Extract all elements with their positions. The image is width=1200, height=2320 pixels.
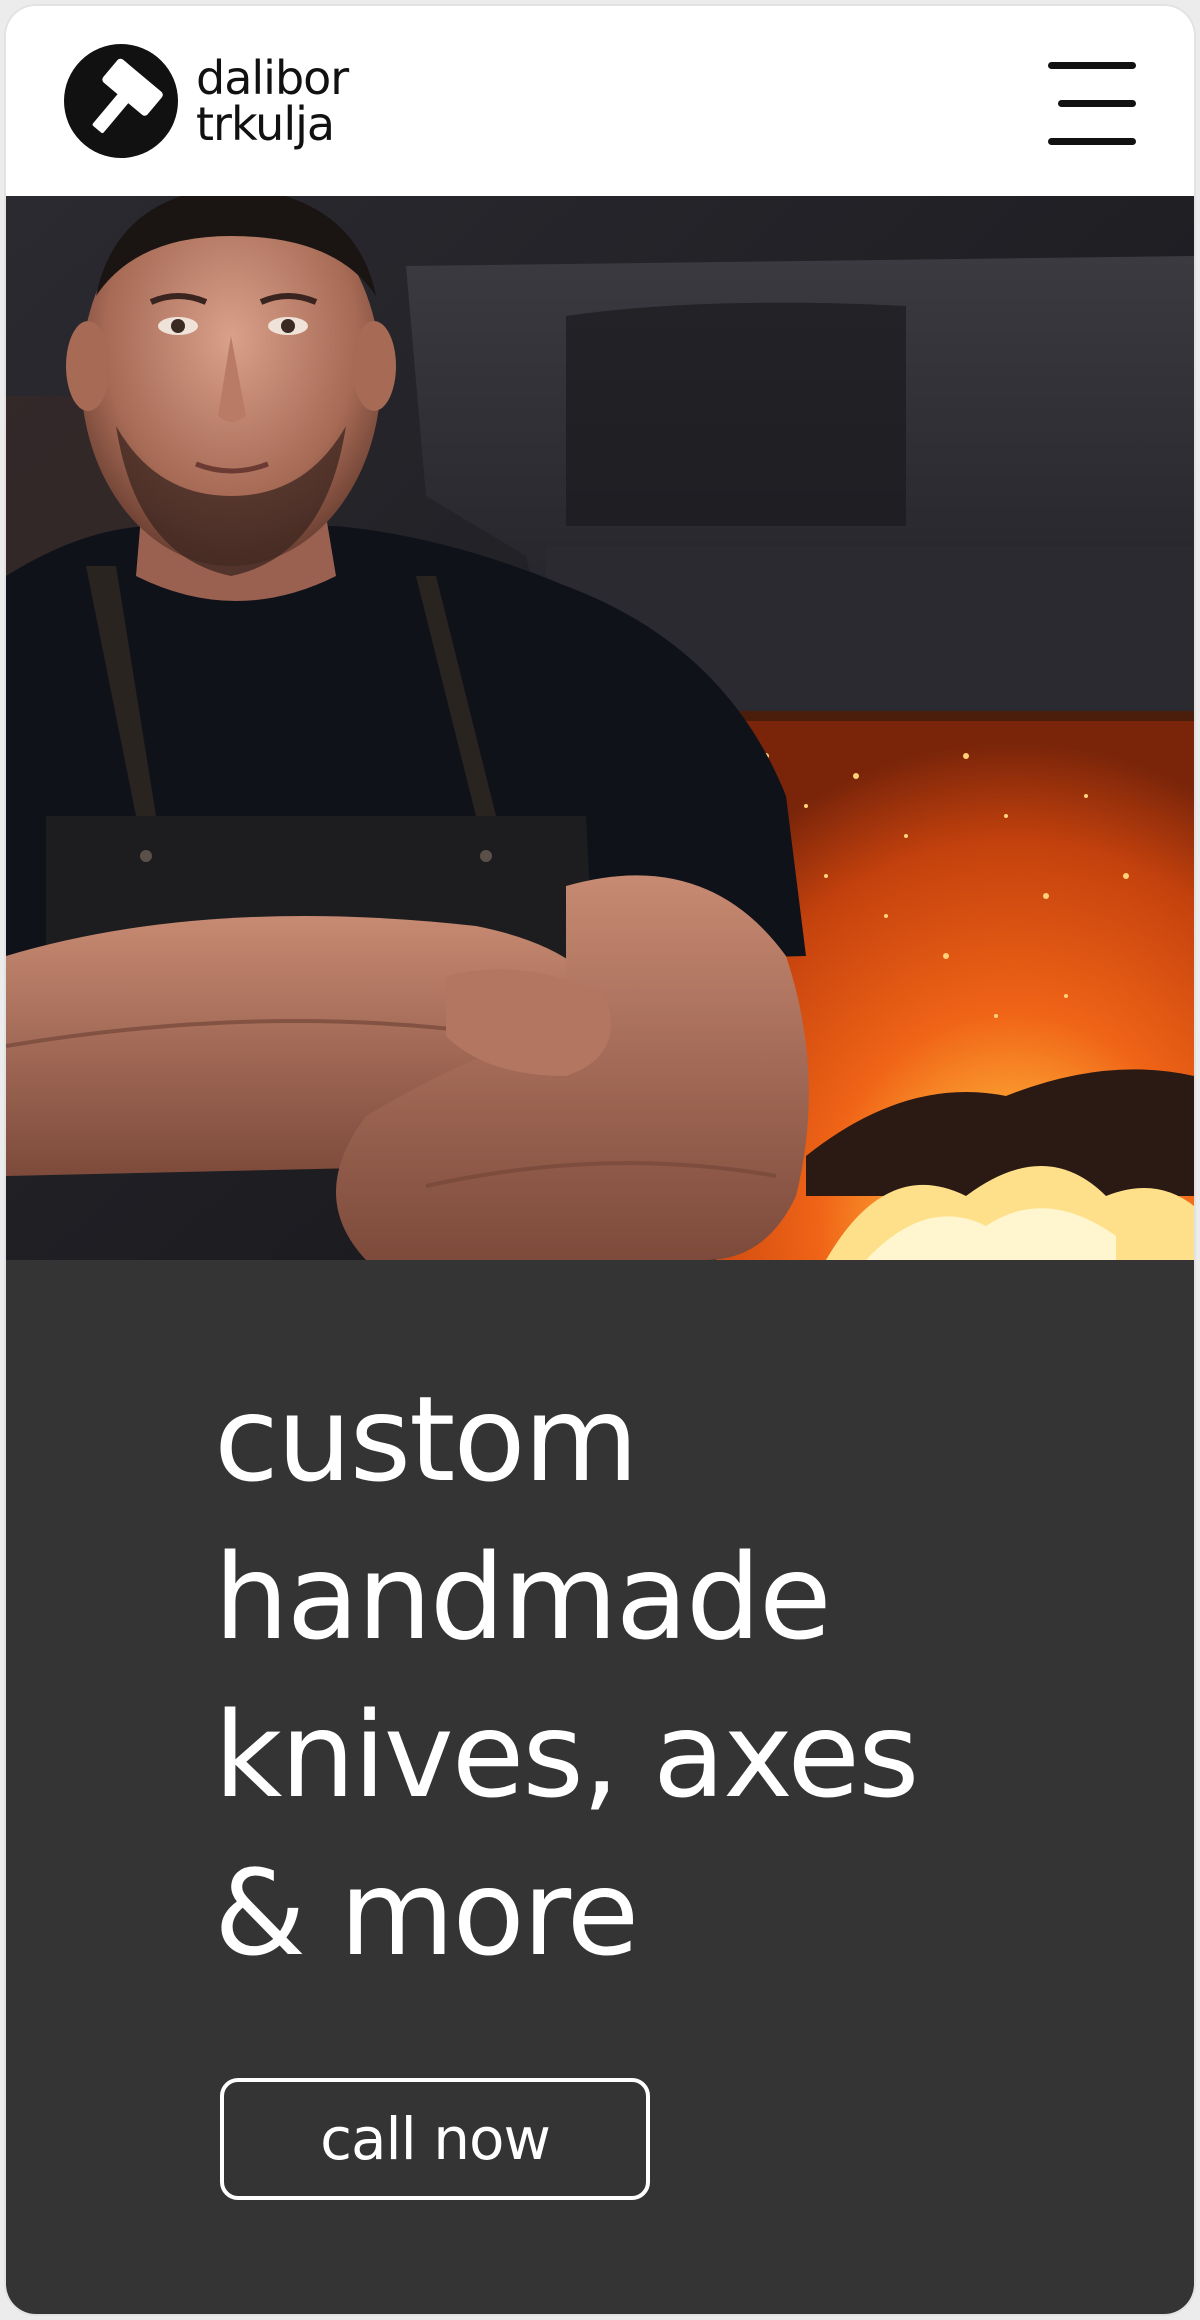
menu-button[interactable] (1048, 58, 1136, 150)
phone-frame: dalibor trkulja custom handmade knives, … (6, 6, 1194, 2314)
logo-wordmark: dalibor trkulja (196, 51, 349, 151)
headline-line-1: custom (214, 1370, 639, 1508)
site-logo[interactable]: dalibor trkulja (62, 42, 349, 160)
logo-line-first: dalibor (196, 51, 349, 105)
hamburger-menu-icon (1048, 62, 1136, 145)
hero-photo (6, 196, 1194, 1260)
call-now-button[interactable]: call now (220, 2078, 650, 2200)
headline-line-3: knives, axes (214, 1686, 919, 1824)
hero-headline: custom handmade knives, axes & more (214, 1360, 1114, 1992)
headline-line-2: handmade (214, 1528, 832, 1666)
intro-section: custom handmade knives, axes & more call… (6, 1260, 1194, 2314)
headline-line-4: & more (214, 1844, 639, 1982)
logo-line-last: trkulja (196, 97, 335, 151)
site-header: dalibor trkulja (6, 6, 1194, 196)
blacksmith-photo (6, 196, 1194, 1260)
hammer-icon (64, 44, 178, 158)
